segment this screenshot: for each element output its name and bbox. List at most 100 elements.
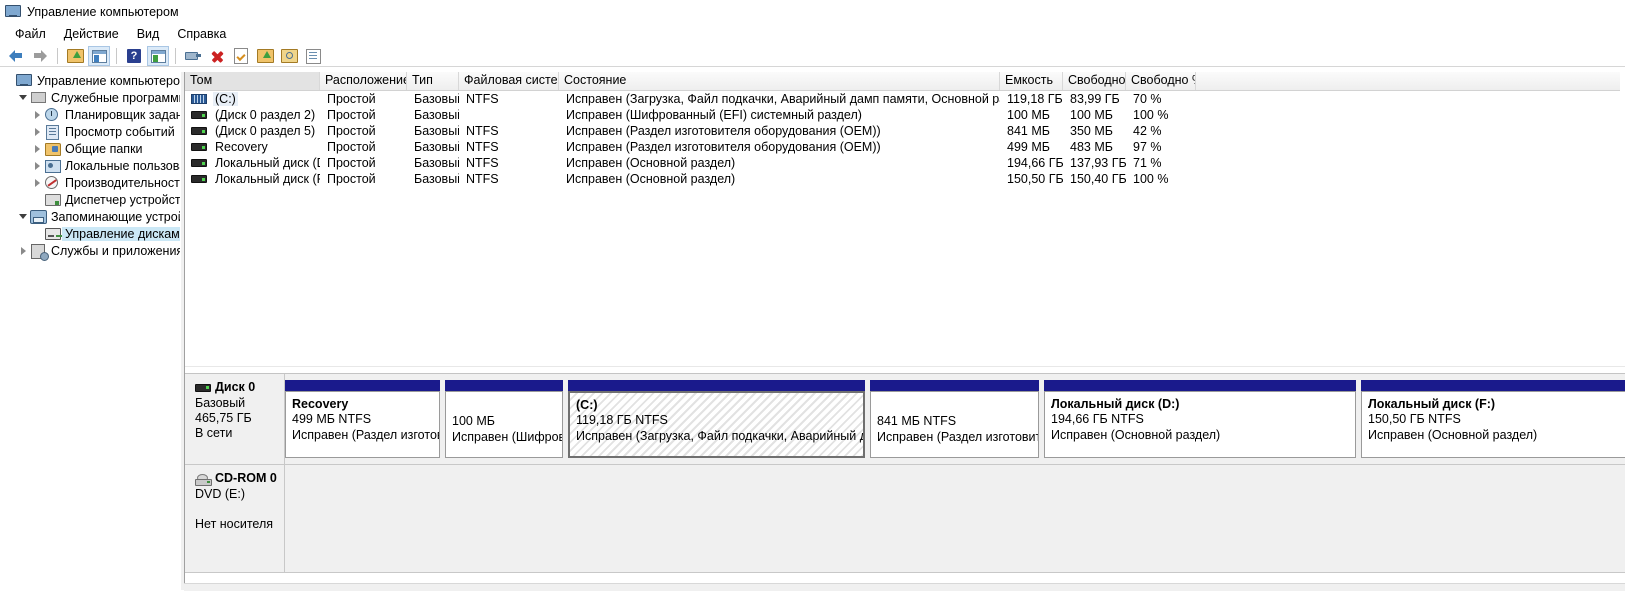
volume-cell-7: 42 % (1126, 124, 1196, 138)
volume-column-header-2[interactable]: Тип (407, 72, 459, 90)
menu-view[interactable]: Вид (128, 25, 169, 43)
volume-row[interactable]: (C:) Простой Базовый NTFS Исправен (Загрузка… (185, 91, 1625, 107)
partition-body[interactable]: Локальный диск (D:) 194,66 ГБ NTFS Исправе… (1044, 391, 1356, 458)
toolbar-separator (57, 48, 58, 64)
chevron-right-icon[interactable] (34, 127, 40, 136)
show-action-pane-icon[interactable] (147, 46, 169, 66)
cdrom-info-panel[interactable]: CD-ROM 0 DVD (E:) Нет носителя (185, 465, 285, 572)
volume-cell-7: 100 % (1126, 172, 1196, 186)
volume-cell-0: Локальный диск (D:) (185, 156, 320, 170)
volume-column-header-5[interactable]: Емкость (1000, 72, 1063, 90)
volume-row[interactable]: Локальный диск (F:) Простой Базовый NTFS Исп… (185, 171, 1625, 187)
cdrom-empty-area[interactable] (285, 465, 1625, 572)
up-folder-icon[interactable] (64, 46, 86, 66)
volume-column-header-7[interactable]: Свободно % (1126, 72, 1196, 90)
help-icon[interactable]: ? (123, 46, 145, 66)
menu-file[interactable]: Файл (6, 25, 55, 43)
partition-body[interactable]: Локальный диск (F:) 150,50 ГБ NTFS Исправе… (1361, 391, 1625, 458)
partition-body[interactable]: Recovery 499 МБ NTFS Исправен (Раздел изго… (285, 391, 440, 458)
tree-item-8[interactable]: Управление дисками (0, 225, 180, 242)
tree-item-5[interactable]: Производительность (0, 174, 180, 191)
chevron-right-icon[interactable] (34, 144, 40, 153)
tree-expander-2[interactable] (30, 123, 44, 140)
volume-cell-text: Исправен (Шифрованный (EFI) системный ра… (566, 108, 862, 122)
tree-expander-7[interactable] (16, 208, 30, 225)
export-list-icon[interactable] (254, 46, 276, 66)
show-console-tree-icon[interactable] (88, 46, 110, 66)
volume-column-header-6[interactable]: Свободно (1063, 72, 1126, 90)
storage-icon (30, 209, 47, 225)
services-icon (30, 243, 49, 261)
attach-vhd-icon[interactable] (182, 46, 204, 66)
volume-icon (191, 142, 207, 152)
volume-cell-text: 350 МБ (1070, 124, 1113, 138)
disk-info-panel[interactable]: Диск 0 Базовый 465,75 ГБ В сети (185, 374, 285, 464)
tree-item-7[interactable]: Запоминающие устройст (0, 208, 180, 225)
volume-column-header-label: Емкость (1005, 73, 1053, 87)
volume-column-header-4[interactable]: Состояние (559, 72, 1000, 90)
disk-management-icon (44, 226, 61, 242)
menu-action[interactable]: Действие (55, 25, 128, 43)
delete-icon[interactable] (206, 46, 228, 66)
properties-icon[interactable] (302, 46, 324, 66)
partition[interactable]: (C:) 119,18 ГБ NTFS Исправен (Загрузка, Фа… (568, 380, 865, 458)
chevron-down-icon[interactable] (19, 214, 27, 219)
volume-list[interactable]: Том Расположение Тип Файловая система Состоя… (184, 72, 1625, 366)
volume-list-right-edge (1620, 72, 1625, 366)
find-folder-icon[interactable] (278, 46, 300, 66)
volume-row[interactable]: (Диск 0 раздел 2) Простой Базовый Исправен … (185, 107, 1625, 123)
volume-cell-5: 194,66 ГБ (1000, 156, 1063, 170)
console-tree[interactable]: Управление компьютером (л Служебные прог… (0, 72, 180, 590)
partition-name: (C:) (576, 398, 598, 412)
chevron-right-icon[interactable] (34, 178, 40, 187)
volume-column-header-1[interactable]: Расположение (320, 72, 407, 90)
volume-row[interactable]: (Диск 0 раздел 5) Простой Базовый NTFS Испра… (185, 123, 1625, 139)
root-expander[interactable] (2, 72, 16, 89)
chevron-down-icon[interactable] (19, 95, 27, 100)
tree-expander-9[interactable] (16, 242, 30, 259)
disk-row[interactable]: Диск 0 Базовый 465,75 ГБ В сети Recovery 499 … (185, 374, 1625, 465)
check-disk-icon[interactable] (230, 46, 252, 66)
volume-list-body[interactable]: (C:) Простой Базовый NTFS Исправен (Загрузка… (185, 91, 1625, 187)
forward-icon[interactable] (29, 46, 51, 66)
chevron-right-icon[interactable] (34, 110, 40, 119)
volume-column-header-3[interactable]: Файловая система (459, 72, 559, 90)
tree-item-2[interactable]: Просмотр событий (0, 123, 180, 140)
graphical-view-splitter[interactable] (185, 366, 1625, 374)
tree-item-1[interactable]: Планировщик заданий (0, 106, 180, 123)
tree-root[interactable]: Управление компьютером (л (0, 72, 180, 89)
volume-row[interactable]: Recovery Простой Базовый NTFS Исправен (Разд… (185, 139, 1625, 155)
partition-body[interactable]: 841 МБ NTFS Исправен (Раздел изготовите (870, 391, 1039, 458)
partition-body[interactable]: (C:) 119,18 ГБ NTFS Исправен (Загрузка, Фа… (568, 391, 865, 458)
partition[interactable]: Локальный диск (F:) 150,50 ГБ NTFS Исправе… (1361, 380, 1625, 458)
tree-item-6[interactable]: Диспетчер устройств (0, 191, 180, 208)
volume-row[interactable]: Локальный диск (D:) Простой Базовый NTFS Исп… (185, 155, 1625, 171)
tree-item-0[interactable]: Служебные программы (0, 89, 180, 106)
menu-help[interactable]: Справка (168, 25, 235, 43)
partition[interactable]: Recovery 499 МБ NTFS Исправен (Раздел изго… (285, 380, 440, 458)
graphical-view[interactable]: Диск 0 Базовый 465,75 ГБ В сети Recovery 499 … (184, 366, 1625, 590)
tree-item-9[interactable]: Службы и приложения (0, 242, 180, 261)
tree-item-3[interactable]: Общие папки (0, 140, 180, 157)
volume-cell-6: 137,93 ГБ (1063, 156, 1126, 170)
tree-expander-1[interactable] (30, 106, 44, 123)
partition-name: Локальный диск (F:) (1368, 397, 1496, 411)
partition[interactable]: Локальный диск (D:) 194,66 ГБ NTFS Исправе… (1044, 380, 1356, 458)
partition-body[interactable]: 100 МБ Исправен (Шифров (445, 391, 563, 458)
tree-expander-4[interactable] (30, 157, 44, 174)
tree-expander-5[interactable] (30, 174, 44, 191)
volume-cell-text: NTFS (466, 172, 499, 186)
chevron-right-icon[interactable] (34, 161, 40, 170)
back-icon[interactable] (5, 46, 27, 66)
partition[interactable]: 100 МБ Исправен (Шифров (445, 380, 563, 458)
tree-item-4[interactable]: Локальные пользовате (0, 157, 180, 174)
chevron-right-icon[interactable] (20, 246, 26, 255)
cdrom-row[interactable]: CD-ROM 0 DVD (E:) Нет носителя (185, 465, 1625, 573)
tree-expander-0[interactable] (16, 89, 30, 106)
partition[interactable]: 841 МБ NTFS Исправен (Раздел изготовите (870, 380, 1039, 458)
volume-column-header-0[interactable]: Том (185, 72, 320, 90)
tree-expander-3[interactable] (30, 140, 44, 157)
volume-column-header-8[interactable] (1196, 72, 1621, 90)
volume-cell-3 (459, 108, 559, 122)
volume-list-header[interactable]: Том Расположение Тип Файловая система Состоя… (185, 72, 1625, 91)
